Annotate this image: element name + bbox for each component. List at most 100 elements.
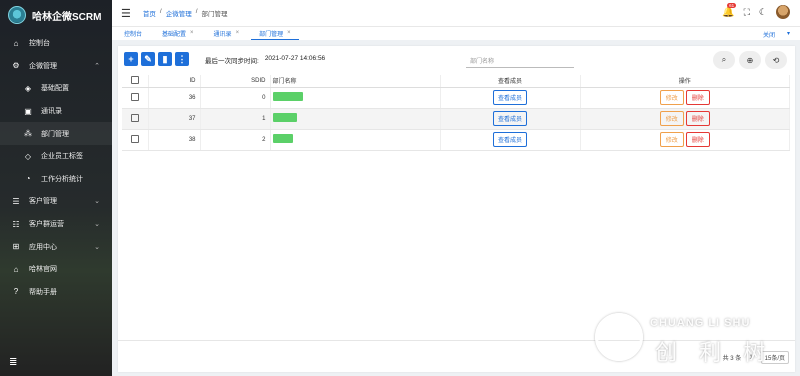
sidebar-item-2[interactable]: ◈ 基础配置 — [0, 77, 112, 100]
row-checkbox[interactable] — [130, 134, 139, 143]
sidebar-item-icon: ◔ — [25, 174, 31, 184]
collapse-menu-icon[interactable]: ≣ — [9, 357, 17, 368]
department-search-input[interactable]: 部门名称 — [466, 54, 574, 68]
row-checkbox[interactable] — [130, 113, 139, 122]
tab-close-label[interactable]: 关闭 — [763, 30, 775, 39]
sidebar-item-5[interactable]: ◇ 企业员工标签 — [0, 145, 112, 168]
add-button[interactable]: + — [124, 52, 138, 66]
sidebar-item-label: 应用中心 — [29, 243, 57, 251]
cell-sdid: 0 — [200, 87, 271, 109]
edit-row-button[interactable]: 修改 — [659, 111, 684, 126]
dark-mode-icon[interactable]: ☾ — [759, 7, 767, 18]
delete-row-button[interactable]: 删除 — [685, 132, 710, 147]
sidebar: 哈林企微SCRM ⌂ 控制台 ⚙ 企微管理 ⌃ ◈ 基础配置 ▣ 通讯录 ⁂ 部门管理 ◇ 企业员工标签… — [0, 0, 112, 376]
tab-bar: 控制台 基础配置 × 通讯录 × 部门管理 × 关闭 ▾ — [112, 26, 800, 40]
col-dept-name: 部门名称 — [270, 75, 441, 88]
close-icon[interactable]: × — [190, 30, 194, 36]
cell-id: 38 — [148, 129, 201, 151]
table-row[interactable]: 37 1 查看成员 修改 删除 — [122, 108, 790, 130]
tab-3[interactable]: 部门管理 × — [251, 27, 299, 40]
cell-actions: 修改 删除 — [580, 87, 790, 109]
sidebar-item-label: 通讯录 — [41, 108, 62, 116]
bell-icon[interactable]: 🔔 61 — [722, 2, 737, 18]
watermark-en: CHUANG LI SHU — [650, 317, 751, 329]
more-button[interactable]: ⋮ — [175, 52, 189, 66]
dept-name-redacted — [272, 92, 303, 101]
cell-id: 36 — [148, 87, 201, 109]
sidebar-item-icon: ⌂ — [13, 38, 19, 48]
edit-row-button[interactable]: 修改 — [659, 132, 684, 147]
tab-label: 基础配置 — [162, 31, 187, 38]
view-members-button[interactable]: 查看成员 — [492, 132, 527, 147]
top-right-tools: 🔔 61 ⛶ ☾ — [722, 2, 790, 19]
tab-label: 控制台 — [124, 31, 143, 38]
select-all-cell[interactable] — [122, 75, 149, 88]
delete-row-button[interactable]: 删除 — [685, 90, 710, 105]
close-icon[interactable]: × — [236, 30, 240, 36]
top-bar: ☰ 首页 / 企微管理 / 部门管理 🔔 61 ⛶ ☾ — [112, 0, 800, 26]
breadcrumb-home[interactable]: 首页 — [143, 8, 156, 18]
breadcrumb-separator: / — [195, 8, 198, 15]
zoom-in-icon[interactable]: ⊕ — [739, 51, 761, 69]
close-icon[interactable]: × — [287, 30, 291, 36]
sidebar-item-10[interactable]: ⌂ 哈林官网 — [0, 258, 112, 281]
cell-view-members: 查看成员 — [440, 87, 581, 109]
chevron-down-icon: ⌄ — [94, 198, 100, 206]
sidebar-item-0[interactable]: ⌂ 控制台 — [0, 32, 112, 55]
row-checkbox[interactable] — [130, 92, 139, 101]
sidebar-item-3[interactable]: ▣ 通讯录 — [0, 100, 112, 123]
dept-name-redacted — [272, 113, 297, 122]
view-members-button[interactable]: 查看成员 — [492, 111, 527, 126]
edit-row-button[interactable]: 修改 — [659, 90, 684, 105]
trash-icon: ▮ — [162, 53, 168, 64]
sidebar-item-4[interactable]: ⁂ 部门管理 — [0, 122, 112, 145]
row-select-cell[interactable] — [122, 87, 149, 109]
sidebar-item-6[interactable]: ◔ 工作分析统计 — [0, 168, 112, 191]
delete-row-button[interactable]: 删除 — [685, 111, 710, 126]
sidebar-item-1[interactable]: ⚙ 企微管理 ⌃ — [0, 55, 112, 78]
sidebar-item-label: 控制台 — [29, 40, 50, 48]
sidebar-item-label: 基础配置 — [41, 85, 69, 93]
sync-time: 2021-07-27 14:06:56 — [264, 55, 326, 62]
fullscreen-icon[interactable]: ⛶ — [744, 7, 750, 18]
sidebar-item-7[interactable]: ☰ 客户管理 ⌄ — [0, 190, 112, 213]
table-row[interactable]: 36 0 查看成员 修改 删除 — [122, 87, 790, 109]
sidebar-item-icon: ◇ — [24, 151, 32, 161]
cell-dept-name — [270, 129, 441, 151]
col-id: ID — [148, 75, 201, 88]
select-all-checkbox[interactable] — [130, 75, 139, 84]
watermark-logo — [595, 313, 643, 361]
cell-view-members: 查看成员 — [440, 108, 581, 130]
tab-0[interactable]: 控制台 — [116, 27, 150, 40]
tab-2[interactable]: 通讯录 × — [206, 27, 248, 40]
sidebar-item-icon: ▣ — [24, 106, 32, 116]
row-select-cell[interactable] — [122, 108, 149, 130]
avatar[interactable] — [776, 5, 790, 19]
department-table: ID SDID 部门名称 查看成员 操作 36 0 查看成员 修改 删除 37 1 查看成员修… — [122, 75, 790, 151]
sidebar-item-11[interactable]: ? 帮助手册 — [0, 281, 112, 304]
sidebar-nav: ⌂ 控制台 ⚙ 企微管理 ⌃ ◈ 基础配置 ▣ 通讯录 ⁂ 部门管理 ◇ 企业员工标签 ◔ 工作分析统计 ☰ 客… — [0, 32, 112, 303]
sidebar-item-8[interactable]: ☷ 客户群运营 ⌄ — [0, 213, 112, 236]
tab-close-menu[interactable]: 关闭 ▾ — [763, 30, 790, 39]
view-members-button[interactable]: 查看成员 — [492, 90, 527, 105]
table-row[interactable]: 38 2 查看成员 修改 删除 — [122, 129, 790, 151]
cell-actions: 修改 删除 — [580, 108, 790, 130]
search-icon[interactable]: ⌕ — [713, 51, 735, 69]
breadcrumb-separator: / — [159, 8, 162, 15]
chevron-down-icon: ⌄ — [94, 243, 100, 251]
sidebar-item-label: 工作分析统计 — [41, 175, 83, 183]
edit-button[interactable]: ✎ — [141, 52, 155, 66]
cell-dept-name — [270, 108, 441, 130]
sidebar-item-icon: ⁂ — [24, 129, 32, 139]
breadcrumb-wecom[interactable]: 企微管理 — [166, 8, 192, 18]
row-select-cell[interactable] — [122, 129, 149, 151]
reset-search-icon[interactable]: ⟲ — [765, 51, 787, 69]
sidebar-item-label: 帮助手册 — [29, 288, 57, 296]
menu-toggle-icon[interactable]: ☰ — [121, 7, 131, 20]
tab-1[interactable]: 基础配置 × — [154, 27, 202, 40]
delete-button[interactable]: ▮ — [158, 52, 172, 66]
chevron-down-icon[interactable]: ▾ — [787, 30, 790, 39]
sync-label: 最后一次同步时间: — [205, 58, 259, 65]
sidebar-item-icon: ⚙ — [12, 61, 20, 71]
sidebar-item-9[interactable]: ⊞ 应用中心 ⌄ — [0, 235, 112, 258]
